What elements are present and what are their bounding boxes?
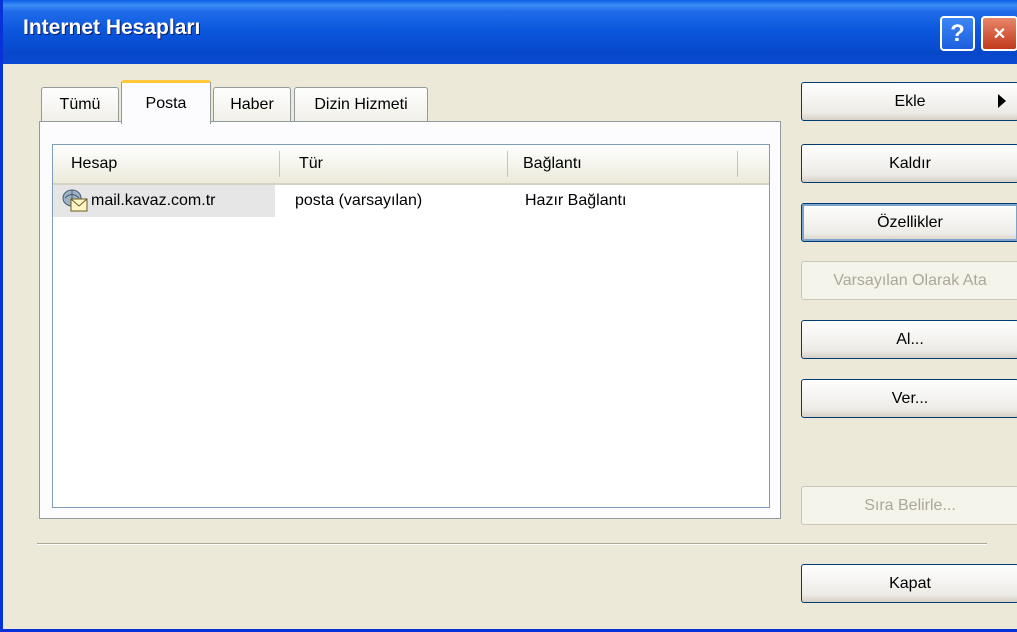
window-title: Internet Hesapları <box>23 16 201 39</box>
title-bar[interactable]: Internet Hesapları ? ✕ <box>3 0 1017 64</box>
submenu-arrow-icon <box>998 94 1006 108</box>
list-item[interactable]: mail.kavaz.com.tr posta (varsayılan) Haz… <box>53 185 769 217</box>
export-button[interactable]: Ver... <box>801 379 1017 418</box>
separator-line <box>37 543 987 545</box>
add-button-label: Ekle <box>894 92 926 110</box>
account-type: posta (varsayılan) <box>295 192 423 209</box>
account-name: mail.kavaz.com.tr <box>91 192 216 209</box>
close-button[interactable]: Kapat <box>801 564 1017 603</box>
tab-mail[interactable]: Posta <box>121 80 211 124</box>
internet-accounts-window: Internet Hesapları ? ✕ Tümü Posta Haber … <box>0 0 1017 632</box>
column-header-connection[interactable]: Bağlantı <box>505 145 735 183</box>
list-header: Hesap Tür Bağlantı <box>53 145 769 185</box>
tab-news[interactable]: Haber <box>213 87 291 121</box>
column-separator[interactable] <box>279 151 280 177</box>
mail-account-icon <box>61 188 89 214</box>
account-connection: Hazır Bağlantı <box>525 192 627 209</box>
accounts-list[interactable]: Hesap Tür Bağlantı mail.kavaz.com.tr pos… <box>52 144 770 508</box>
import-button[interactable]: Al... <box>801 320 1017 359</box>
set-default-button[interactable]: Varsayılan Olarak Ata <box>801 261 1017 300</box>
account-cell[interactable]: mail.kavaz.com.tr <box>53 185 275 217</box>
tab-panel: Hesap Tür Bağlantı mail.kavaz.com.tr pos… <box>39 121 781 519</box>
add-button[interactable]: Ekle <box>801 82 1017 121</box>
tab-all[interactable]: Tümü <box>41 87 119 121</box>
tab-directory-service[interactable]: Dizin Hizmeti <box>294 87 428 121</box>
close-window-button[interactable]: ✕ <box>981 16 1017 51</box>
properties-button[interactable]: Özellikler <box>801 203 1017 242</box>
help-button[interactable]: ? <box>940 16 975 51</box>
set-order-button[interactable]: Sıra Belirle... <box>801 486 1017 525</box>
column-header-type[interactable]: Tür <box>281 145 505 183</box>
remove-button[interactable]: Kaldır <box>801 144 1017 183</box>
column-separator[interactable] <box>737 151 738 177</box>
column-header-account[interactable]: Hesap <box>53 145 279 183</box>
